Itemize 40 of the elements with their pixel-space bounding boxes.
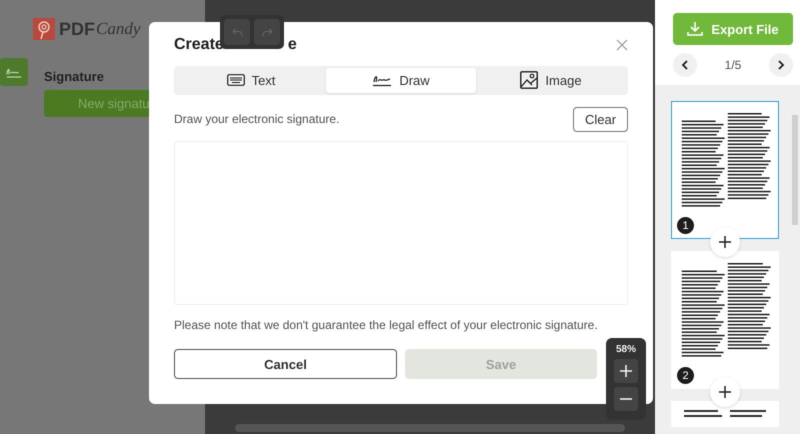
redo-icon: [262, 28, 272, 36]
page-thumbnail[interactable]: [671, 401, 779, 427]
plus-icon: [719, 386, 731, 398]
tab[interactable]: Text: [176, 68, 326, 93]
chevron-left-icon: [680, 60, 690, 70]
page-number-badge: 2: [677, 367, 694, 384]
clear-button[interactable]: Clear: [573, 106, 628, 132]
dialog-title: e: [288, 36, 297, 54]
plus-icon: [719, 236, 731, 248]
tab[interactable]: Draw: [326, 68, 476, 93]
plus-icon: [620, 365, 632, 377]
signature-tool-button[interactable]: [0, 58, 28, 86]
zoom-in-button[interactable]: [614, 359, 638, 383]
close-button[interactable]: [616, 39, 628, 51]
next-page-button[interactable]: [769, 53, 793, 77]
logo-icon: [33, 18, 55, 40]
horizontal-scrollbar[interactable]: [235, 424, 625, 432]
previous-page-button[interactable]: [673, 53, 697, 77]
zoom-level: 58%: [616, 344, 636, 355]
keyboard-icon: [226, 74, 245, 86]
zoom-out-button[interactable]: [614, 387, 638, 411]
cancel-button[interactable]: Cancel: [174, 349, 397, 379]
logo-text-script: Candy: [96, 19, 140, 39]
logo-text: PDF: [59, 18, 95, 40]
vertical-scrollbar[interactable]: [792, 115, 798, 225]
undo-icon: [232, 28, 242, 36]
close-icon: [616, 39, 628, 51]
page-number-badge: 1: [677, 217, 694, 234]
signature-icon: [372, 73, 392, 88]
tab[interactable]: Image: [476, 68, 626, 93]
panel-title: Signature: [44, 69, 105, 84]
image-icon: [520, 71, 538, 90]
page-thumbnail[interactable]: 2: [671, 251, 779, 389]
chevron-right-icon: [776, 60, 786, 70]
page-thumbnail[interactable]: 1: [671, 101, 779, 239]
minus-icon: [620, 398, 632, 400]
disclaimer-text: Please note that we don't guarantee the legal effect of your electronic signature.: [174, 318, 599, 332]
download-icon: [687, 21, 704, 37]
page-counter: 1/5: [724, 58, 742, 72]
instruction-text: Draw your electronic signature.: [174, 112, 340, 126]
